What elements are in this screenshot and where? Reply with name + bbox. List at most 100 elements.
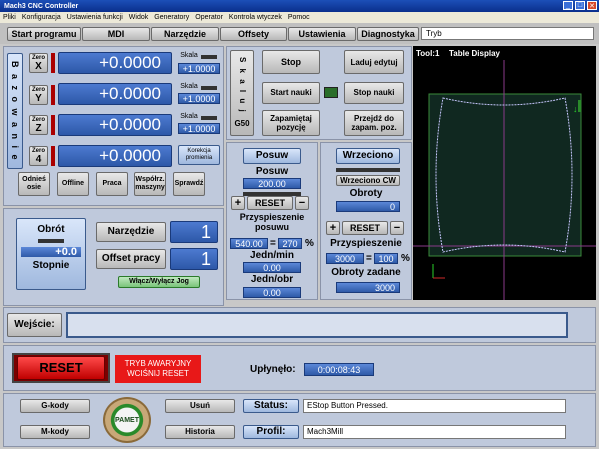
spindle-plus-button[interactable]: +	[326, 221, 340, 235]
feed-button[interactable]: Posuw	[243, 148, 301, 164]
estop-text: TRYB AWARYJNY WCIŚNIJ RESET	[124, 359, 192, 378]
learn-start-button[interactable]: Start nauki	[262, 82, 320, 104]
scale-z-value[interactable]: +1.0000	[178, 123, 220, 134]
tool-number[interactable]: 1	[170, 221, 218, 243]
status-label-box: Status:	[243, 399, 299, 413]
tab-program-run[interactable]: Start programu	[7, 27, 81, 41]
status-field: EStop Button Pressed.	[303, 399, 566, 413]
machine-coords-button[interactable]: Współrz. maszyny	[134, 172, 166, 196]
minimize-button[interactable]: _	[563, 1, 573, 10]
scale-y-led	[201, 86, 217, 90]
feed-plus-button[interactable]: +	[231, 196, 245, 210]
work-label: Praca	[102, 180, 122, 187]
scale-y-value[interactable]: +1.0000	[178, 93, 220, 104]
spindle-button[interactable]: Wrzeciono	[336, 148, 400, 164]
profile-field: Mach3Mill	[303, 425, 566, 439]
toolpath-display[interactable]: Tool:1 Table Display ↓	[413, 46, 596, 300]
history-button[interactable]: Historia	[165, 425, 235, 439]
scale-g50-button[interactable]: S k a l u j G50	[230, 50, 254, 136]
spindle-accel-pct-sign: %	[401, 253, 410, 264]
home-all-button[interactable]: B a z o w a n i e	[7, 53, 23, 169]
jog-toggle-button[interactable]: Włącz/Wyłącz Jog	[118, 276, 200, 288]
spindle-cw-button[interactable]: Wrzeciono CW	[336, 175, 400, 186]
goto-position-button[interactable]: Przejdź do zapam. poz.	[344, 110, 404, 136]
menu-operator[interactable]: Operator	[195, 14, 223, 21]
radius-correction-button[interactable]: Korekcja promienia	[178, 145, 220, 165]
input-label: Wejście:	[14, 319, 55, 330]
tab-settings[interactable]: Ustawienia	[288, 27, 356, 41]
y-ref-indicator	[51, 85, 55, 105]
elapsed-label: Upłynęło:	[250, 364, 296, 375]
spindle-accel-pct: 100	[374, 253, 398, 264]
offline-button[interactable]: Offline	[57, 172, 89, 196]
work-button[interactable]: Praca	[96, 172, 128, 196]
load-edit-label: Laduj edytuj	[350, 57, 398, 67]
toolpath-canvas: ↓	[413, 60, 596, 300]
tab-diagnostics[interactable]: Diagnostyka	[357, 27, 419, 41]
work-offset-label: Offset pracy	[101, 253, 161, 264]
feed-minus-button[interactable]: −	[295, 196, 309, 210]
verify-button[interactable]: Sprawdź	[173, 172, 205, 196]
delete-button[interactable]: Usuń	[165, 399, 235, 413]
profile-label: Profil:	[256, 426, 286, 437]
scale-z-label: Skala	[180, 113, 198, 120]
load-edit-button[interactable]: Laduj edytuj	[344, 50, 404, 74]
menu-plugins[interactable]: Kontrola wtyczek	[229, 14, 282, 21]
dro-z-value: +0.0000	[99, 115, 161, 134]
menu-func-config[interactable]: Ustawienia funkcji	[67, 14, 123, 21]
feed-label: Posuw	[255, 166, 289, 177]
ref-all-button[interactable]: Odnieś osie	[18, 172, 50, 196]
dro-x: +0.0000	[58, 52, 172, 74]
input-label-box: Wejście:	[7, 313, 62, 337]
zero-z-button[interactable]: Zero Z	[29, 115, 48, 135]
tool-label: Narzędzie	[107, 226, 155, 237]
zero-y-button[interactable]: Zero Y	[29, 85, 48, 105]
rotation-bar	[38, 239, 64, 243]
x-ref-indicator	[51, 53, 55, 73]
mcodes-button[interactable]: M-kody	[20, 425, 90, 439]
close-button[interactable]: ✕	[587, 1, 597, 10]
tab-offsets[interactable]: Offsety	[220, 27, 287, 41]
mdi-input[interactable]	[66, 312, 568, 338]
spindle-reset-button[interactable]: RESET	[342, 221, 388, 235]
elapsed-value: 0:00:08:43	[304, 363, 374, 376]
scale-x-value[interactable]: +1.0000	[178, 63, 220, 74]
feed-value: 200.00	[243, 178, 301, 189]
jog-toggle-label: Włącz/Wyłącz Jog	[129, 278, 189, 285]
menu-config[interactable]: Konfiguracja	[22, 14, 61, 21]
menu-view[interactable]: Widok	[129, 14, 148, 21]
zero-y-letter: Y	[35, 92, 42, 104]
work-offset-number[interactable]: 1	[170, 248, 218, 270]
spindle-accel-eq: =	[366, 253, 372, 264]
menu-help[interactable]: Pomoc	[288, 14, 310, 21]
scale-x-label: Skala	[180, 52, 198, 59]
menu-wizards[interactable]: Generatory	[154, 14, 189, 21]
maximize-button[interactable]: □	[575, 1, 585, 10]
zero-4-button[interactable]: Zero 4	[29, 146, 48, 166]
offline-label: Offline	[61, 180, 85, 187]
rotation-block[interactable]: Obrót +0.0 Stopnie	[16, 218, 86, 290]
scale-x-led	[201, 55, 217, 59]
rotation-value: +0.0	[21, 247, 81, 258]
history-label: Historia	[185, 427, 215, 436]
save-position-button[interactable]: Zapamiętaj pozycję	[262, 110, 320, 136]
gcodes-label: G-kody	[41, 401, 69, 410]
stop-button[interactable]: Stop	[262, 50, 320, 74]
zero-x-button[interactable]: Zero X	[29, 53, 48, 73]
feed-minus-label: −	[298, 197, 306, 209]
reset-button[interactable]: RESET	[17, 356, 105, 380]
menu-file[interactable]: Pliki	[3, 14, 16, 21]
status-label: Status:	[254, 400, 288, 411]
gcodes-button[interactable]: G-kody	[20, 399, 90, 413]
stop-label: Stop	[281, 57, 301, 67]
learn-stop-label: Stop nauki	[353, 88, 395, 97]
tab-tool[interactable]: Narzędzie	[151, 27, 219, 41]
tab-mdi[interactable]: MDI	[82, 27, 150, 41]
tool-button[interactable]: Narzędzie	[96, 222, 166, 242]
svg-text:↓: ↓	[573, 104, 578, 114]
feed-reset-button[interactable]: RESET	[247, 196, 293, 210]
spindle-minus-button[interactable]: −	[390, 221, 404, 235]
rotation-title: Obrót	[37, 224, 65, 235]
learn-stop-button[interactable]: Stop nauki	[344, 82, 404, 104]
work-offset-button[interactable]: Offset pracy	[96, 249, 166, 269]
